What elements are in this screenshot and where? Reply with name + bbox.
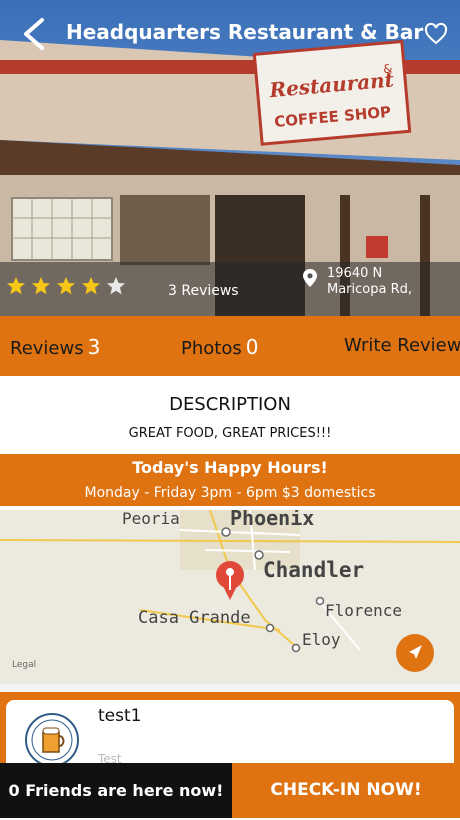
address-text[interactable]: 19640 N Maricopa Rd, bbox=[327, 266, 412, 298]
star-empty-icon bbox=[107, 277, 125, 295]
happy-hours-banner: Today's Happy Hours! Monday - Friday 3pm… bbox=[0, 454, 460, 506]
rating-stars bbox=[6, 276, 131, 300]
map-marker-icon[interactable] bbox=[214, 560, 246, 602]
map-view[interactable]: Peoria Phoenix Chandler Casa Grande Flor… bbox=[0, 510, 460, 684]
rating-address-strip: 3 Reviews 19640 N Maricopa Rd, bbox=[0, 262, 460, 316]
current-location-button[interactable] bbox=[396, 634, 434, 672]
review-list: test1 Test bbox=[0, 692, 460, 820]
happy-hours-heading: Today's Happy Hours! bbox=[132, 458, 328, 477]
tab-photos-label: Photos bbox=[181, 338, 242, 359]
star-filled-icon bbox=[32, 277, 50, 295]
tab-write-review-label: Write Review bbox=[344, 335, 460, 356]
map-legal-link[interactable]: Legal bbox=[12, 660, 36, 670]
tab-reviews-count: 3 bbox=[87, 335, 101, 359]
review-user-name: test1 bbox=[98, 706, 142, 726]
star-filled-icon bbox=[57, 277, 75, 295]
friends-here-button[interactable]: 0 Friends are here now! bbox=[0, 763, 232, 818]
description-section: DESCRIPTION GREAT FOOD, GREAT PRICES!!! bbox=[0, 376, 460, 454]
description-text: GREAT FOOD, GREAT PRICES!!! bbox=[128, 426, 332, 441]
section-divider bbox=[0, 684, 460, 692]
map-label-florence: Florence bbox=[325, 601, 403, 620]
address-line-1: 19640 N bbox=[327, 266, 383, 281]
user-avatar-beer-logo-icon bbox=[25, 713, 79, 767]
navigation-bar: Headquarters Restaurant & Bar bbox=[0, 0, 460, 70]
navigation-arrow-icon bbox=[409, 645, 422, 659]
favorite-heart-icon[interactable] bbox=[424, 22, 448, 46]
map-label-chandler: Chandler bbox=[263, 558, 365, 582]
tab-write-review[interactable]: Write Review bbox=[344, 335, 460, 356]
star-filled-icon bbox=[82, 277, 100, 295]
map-label-casa-grande: Casa Grande bbox=[138, 608, 251, 628]
map-label-peoria: Peoria bbox=[122, 510, 180, 528]
map-label-phoenix: Phoenix bbox=[230, 510, 315, 530]
page-title: Headquarters Restaurant & Bar bbox=[66, 20, 424, 44]
back-icon[interactable] bbox=[18, 16, 54, 52]
tab-reviews-label: Reviews bbox=[10, 338, 84, 359]
check-in-button[interactable]: CHECK-IN NOW! bbox=[232, 763, 460, 818]
address-line-2: Maricopa Rd, bbox=[327, 282, 413, 297]
star-filled-icon bbox=[7, 277, 25, 295]
tab-photos-count: 0 bbox=[245, 335, 259, 359]
reviews-count-link[interactable]: 3 Reviews bbox=[168, 283, 239, 299]
restaurant-photo: Restaurant & COFFEE SHOP Headquarters Re… bbox=[0, 0, 460, 316]
bottom-action-bar: 0 Friends are here now! CHECK-IN NOW! bbox=[0, 763, 460, 818]
map-label-eloy: Eloy bbox=[302, 630, 341, 649]
happy-hours-detail: Monday - Friday 3pm - 6pm $3 domestics bbox=[84, 485, 376, 501]
location-pin-icon bbox=[303, 269, 317, 287]
tab-bar: Reviews 3 Photos 0 Write Review bbox=[0, 316, 460, 376]
tab-photos[interactable]: Photos 0 bbox=[181, 335, 258, 359]
description-heading: DESCRIPTION bbox=[169, 394, 291, 415]
tab-reviews[interactable]: Reviews 3 bbox=[10, 335, 100, 359]
